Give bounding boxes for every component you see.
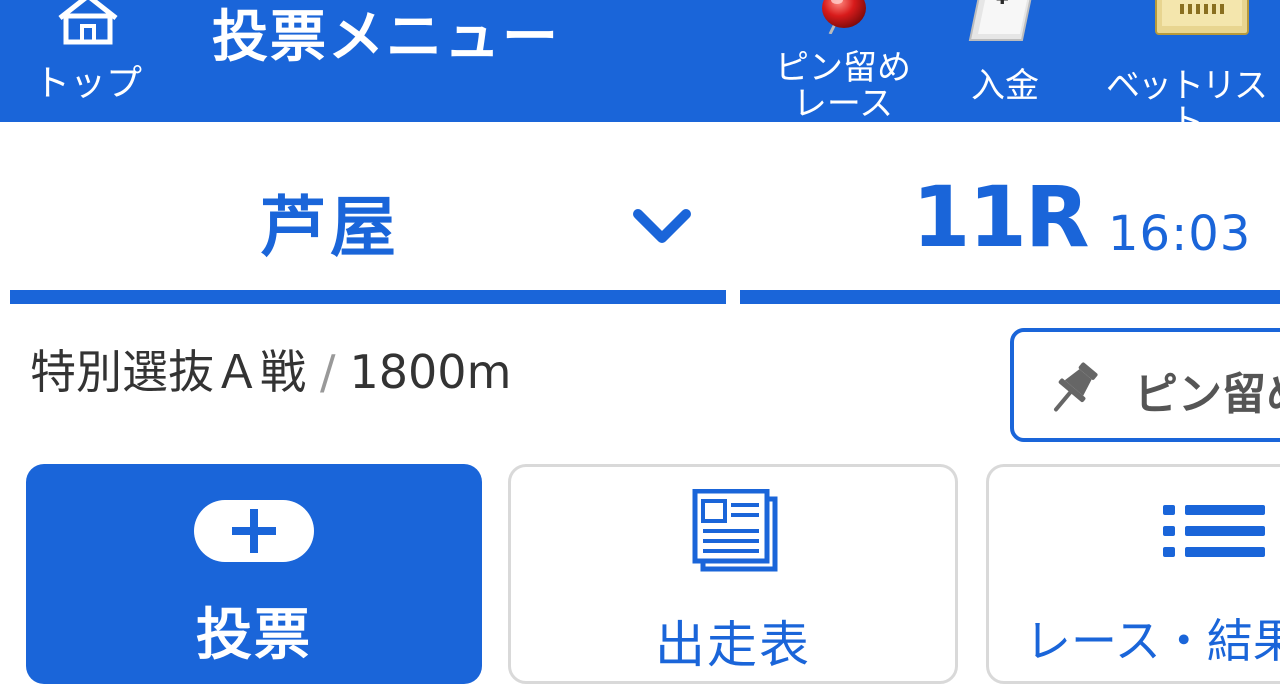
pushpin-icon — [1054, 362, 1098, 412]
top-nav-button[interactable]: トップ — [28, 0, 148, 112]
entry-table-tile[interactable]: 出走表 — [508, 464, 958, 684]
race-results-label: レース・結果 — [1025, 614, 1280, 668]
svg-text:¥: ¥ — [996, 0, 1009, 9]
race-selector[interactable]: 11R 16:03 — [740, 150, 1280, 310]
deposit-button[interactable]: ¥ 入金 — [950, 0, 1060, 122]
race-results-tile[interactable]: レース・結果 — [986, 464, 1280, 684]
pin-button-label: ピン留め — [1134, 369, 1280, 420]
venue-name: 芦屋 — [260, 189, 400, 266]
list-icon — [1163, 505, 1265, 557]
betlist-button[interactable]: ベットリスト — [1092, 0, 1280, 122]
pin-race-toggle-button[interactable]: ピン留め — [1010, 328, 1280, 442]
ticket-icon — [1155, 0, 1249, 35]
race-info: 特別選抜Ａ戦 /1800m — [30, 336, 511, 402]
venue-underline — [10, 290, 726, 304]
app-header: トップ 投票メニュー ピン留め レース ¥ 入金 — [0, 0, 1280, 122]
race-number: 11R — [912, 168, 1090, 266]
page-title: 投票メニュー — [212, 5, 560, 70]
race-distance: 1800m — [349, 345, 512, 399]
venue-dropdown[interactable]: 芦屋 — [10, 150, 726, 310]
pin-race-label: ピン留め レース — [775, 48, 911, 122]
newspaper-icon — [692, 489, 778, 572]
plus-pill — [194, 500, 314, 562]
race-info-separator: / — [320, 345, 336, 399]
top-nav-label: トップ — [33, 63, 142, 104]
deposit-label: 入金 — [971, 66, 1039, 106]
plus-icon — [232, 509, 276, 553]
entry-table-label: 出走表 — [655, 616, 811, 674]
yen-card-icon: ¥ — [968, 0, 1032, 41]
home-icon — [58, 0, 118, 45]
vote-label: 投票 — [196, 603, 312, 668]
red-pin-icon — [822, 0, 866, 34]
race-name: 特別選抜Ａ戦 — [30, 345, 306, 399]
chevron-down-icon — [633, 209, 691, 243]
race-underline — [740, 290, 1280, 304]
pin-race-button[interactable]: ピン留め レース — [768, 0, 918, 122]
vote-tile[interactable]: 投票 — [26, 464, 482, 684]
betlist-label: ベットリスト — [1106, 66, 1268, 122]
race-start-time: 16:03 — [1108, 206, 1252, 262]
